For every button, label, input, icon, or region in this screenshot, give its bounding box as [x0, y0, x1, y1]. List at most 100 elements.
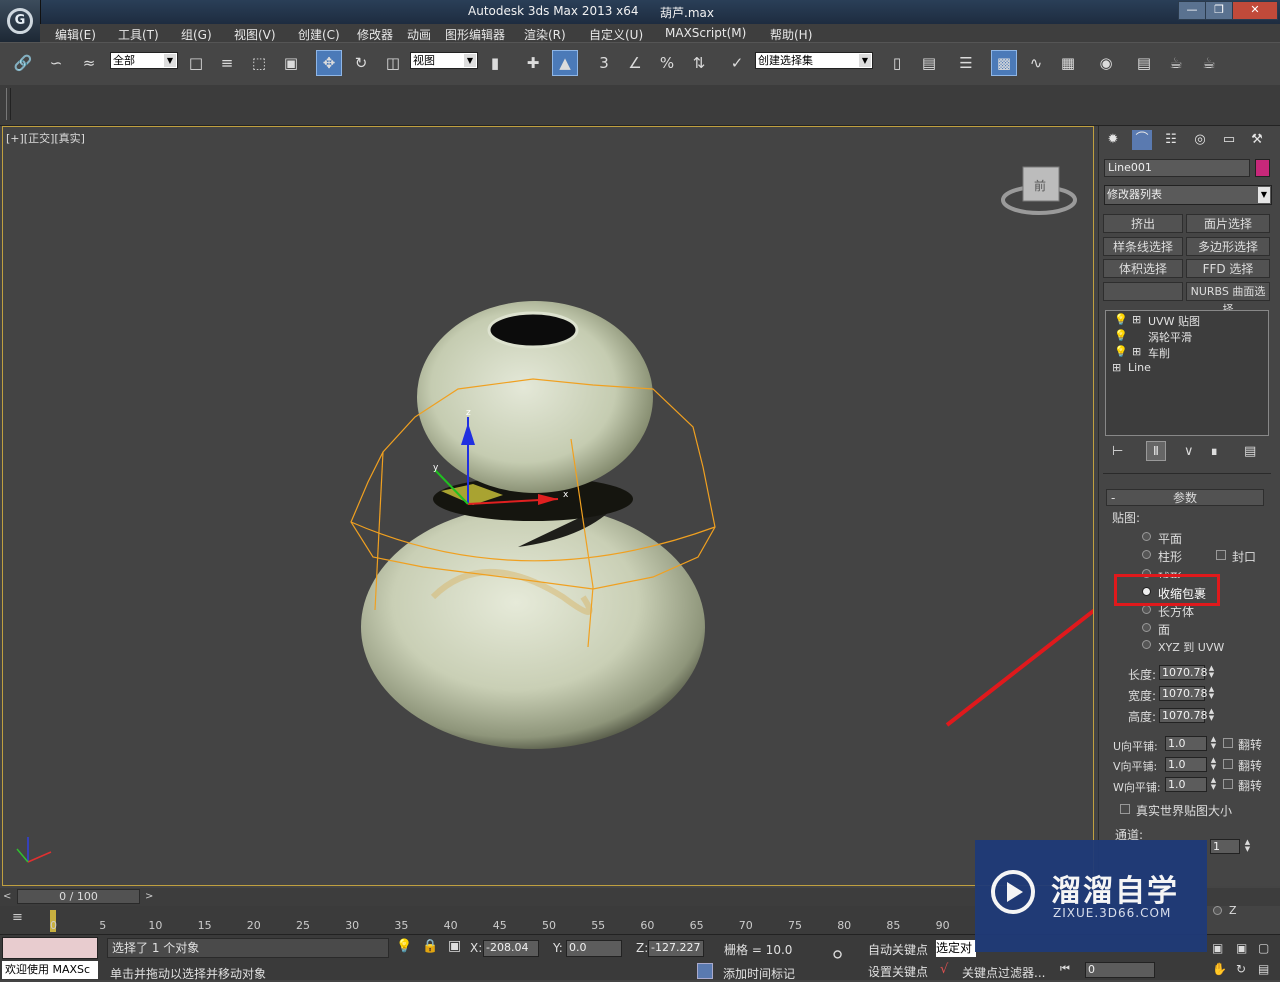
field-of-view-icon[interactable]: ▤ — [1258, 962, 1269, 976]
hierarchy-tab-icon[interactable]: ☷ — [1161, 130, 1181, 150]
align-icon[interactable]: ▤ — [916, 50, 942, 76]
create-tab-icon[interactable]: ✹ — [1103, 130, 1123, 150]
spinner-arrows-icon[interactable]: ▲ ▼ — [1207, 708, 1216, 723]
isolate-toggle-icon[interactable]: 💡 — [396, 939, 412, 954]
patch-select-button[interactable]: 面片选择 — [1186, 214, 1270, 233]
viewport-label[interactable]: [+][正交][真实] — [6, 130, 85, 146]
curve-editor-mini-icon[interactable]: ≡ — [12, 910, 23, 925]
utilities-tab-icon[interactable]: ⚒ — [1247, 130, 1267, 150]
add-time-tag[interactable]: 添加时间标记 — [723, 965, 795, 982]
menu-rendering[interactable]: 渲染(R) — [524, 26, 566, 43]
select-move-icon[interactable]: ✥ — [316, 50, 342, 76]
key-filters-button[interactable]: 关键点过滤器... — [962, 964, 1045, 981]
render-frame-icon[interactable]: ☕ — [1163, 50, 1189, 76]
maximize-button[interactable]: ❐ — [1205, 1, 1233, 20]
height-spinner[interactable]: 1070.78 — [1159, 708, 1208, 723]
schematic-view-icon[interactable]: ▦ — [1055, 50, 1081, 76]
selection-filter-dropdown[interactable]: 全部 ▼ — [110, 52, 178, 69]
track-bar[interactable] — [0, 906, 980, 934]
modify-tab-icon[interactable]: ⌒ — [1132, 130, 1152, 150]
render-production-icon[interactable]: ☕ — [1196, 50, 1222, 76]
spinner-arrows-icon[interactable]: ▲ ▼ — [1209, 777, 1218, 792]
expand-icon[interactable]: ⊞ — [1132, 313, 1141, 326]
v-flip-checkbox[interactable] — [1223, 759, 1233, 769]
minimize-button[interactable]: — — [1178, 1, 1206, 20]
maxscript-listener-field[interactable] — [2, 937, 98, 959]
z-axis-radio[interactable] — [1213, 906, 1222, 915]
menu-maxscript[interactable]: MAXScript(M) — [665, 26, 746, 40]
zoom-extents-all-icon[interactable]: ▣ — [1236, 941, 1247, 955]
angle-snap-icon[interactable]: ∠ — [622, 50, 648, 76]
close-button[interactable]: ✕ — [1232, 1, 1278, 20]
material-editor-icon[interactable]: ◉ — [1093, 50, 1119, 76]
u-flip-checkbox[interactable] — [1223, 738, 1233, 748]
pivot-center-icon[interactable]: ▮ — [482, 50, 508, 76]
modifier-list-dropdown[interactable]: 修改器列表 ▼ — [1104, 185, 1272, 205]
configure-sets-icon[interactable]: ▤ — [1244, 444, 1256, 459]
time-slider-thumb[interactable]: 0 / 100 — [17, 889, 140, 904]
menu-animation[interactable]: 动画 — [407, 26, 431, 43]
empty-modifier-button[interactable] — [1103, 282, 1183, 301]
spline-select-button[interactable]: 样条线选择 — [1103, 237, 1183, 256]
app-logo-button[interactable]: G — [0, 0, 41, 42]
next-frame-icon[interactable]: > — [145, 891, 153, 902]
snap-toggle-icon[interactable]: 3 — [591, 50, 617, 76]
auto-key-button[interactable]: 自动关键点 — [868, 941, 928, 958]
length-spinner[interactable]: 1070.78 — [1159, 665, 1208, 680]
pin-stack-icon[interactable]: ⊢ — [1112, 444, 1123, 459]
v-tile-spinner[interactable]: 1.0 — [1165, 757, 1207, 772]
bulb-icon[interactable]: 💡 — [1114, 345, 1128, 358]
edit-named-selection-icon[interactable]: ✓ — [724, 50, 750, 76]
lock-selection-icon[interactable]: 🔒 — [422, 939, 438, 954]
w-flip-checkbox[interactable] — [1223, 779, 1233, 789]
bind-spacewarp-icon[interactable]: ≈ — [76, 50, 102, 76]
motion-tab-icon[interactable]: ◎ — [1190, 130, 1210, 150]
object-color-swatch[interactable] — [1255, 159, 1270, 177]
mirror-icon[interactable]: ▯ — [884, 50, 910, 76]
remove-modifier-icon[interactable]: ∎ — [1210, 444, 1218, 459]
curve-editor-icon[interactable]: ∿ — [1023, 50, 1049, 76]
menu-tools[interactable]: 工具(T) — [118, 26, 159, 43]
radio-xyz-to-uvw[interactable] — [1142, 640, 1151, 649]
prev-frame-icon[interactable]: < — [3, 891, 11, 902]
bulb-icon[interactable]: 💡 — [1114, 313, 1128, 326]
orbit-icon[interactable]: ↻ — [1236, 962, 1246, 976]
stack-item-lathe[interactable]: 车削 — [1148, 345, 1170, 361]
select-object-icon[interactable]: □ — [183, 50, 209, 76]
real-world-checkbox[interactable] — [1120, 804, 1130, 814]
keyboard-shortcut-override-icon[interactable]: ▲ — [552, 50, 578, 76]
goto-start-icon[interactable]: ⏮ — [1060, 962, 1070, 976]
show-end-result-icon[interactable]: Ⅱ — [1146, 441, 1166, 461]
radio-planar[interactable] — [1142, 532, 1151, 541]
make-unique-icon[interactable]: ∨ — [1184, 444, 1194, 459]
extrude-button[interactable]: 挤出 — [1103, 214, 1183, 233]
radio-box[interactable] — [1142, 605, 1151, 614]
spinner-arrows-icon[interactable]: ▲ ▼ — [1243, 839, 1252, 854]
select-manipulate-icon[interactable]: ✚ — [520, 50, 546, 76]
menu-edit[interactable]: 编辑(E) — [55, 26, 96, 43]
width-spinner[interactable]: 1070.78 — [1159, 686, 1208, 701]
spinner-arrows-icon[interactable]: ▲ ▼ — [1207, 686, 1216, 701]
menu-create[interactable]: 创建(C) — [298, 26, 340, 43]
window-crossing-icon[interactable]: ▣ — [278, 50, 304, 76]
maxscript-mini-listener[interactable]: 欢迎使用 MAXSc — [2, 961, 98, 979]
radio-cylindrical[interactable] — [1142, 550, 1151, 559]
channel-spinner[interactable]: 1 — [1210, 839, 1240, 854]
bulb-icon[interactable]: 💡 — [1114, 329, 1128, 342]
rect-selection-icon[interactable]: ⬚ — [246, 50, 272, 76]
vol-select-button[interactable]: 体积选择 — [1103, 259, 1183, 278]
named-selection-dropdown[interactable]: 创建选择集 ▼ — [755, 52, 873, 69]
display-tab-icon[interactable]: ▭ — [1219, 130, 1239, 150]
menu-group[interactable]: 组(G) — [181, 26, 212, 43]
nurbs-surface-select-button[interactable]: NURBS 曲面选择 — [1186, 282, 1270, 316]
menu-graph-editors[interactable]: 图形编辑器 — [445, 26, 505, 43]
expand-icon[interactable]: ⊞ — [1112, 361, 1121, 374]
set-key-button[interactable]: 设置关键点 — [868, 963, 928, 980]
expand-icon[interactable]: ⊞ — [1132, 345, 1141, 358]
radio-face[interactable] — [1142, 623, 1151, 632]
select-rotate-icon[interactable]: ↻ — [348, 50, 374, 76]
absolute-mode-icon[interactable]: ▣ — [448, 938, 461, 954]
maximize-viewport-icon[interactable]: ▢ — [1258, 941, 1269, 955]
w-tile-spinner[interactable]: 1.0 — [1165, 777, 1207, 792]
poly-select-button[interactable]: 多边形选择 — [1186, 237, 1270, 256]
